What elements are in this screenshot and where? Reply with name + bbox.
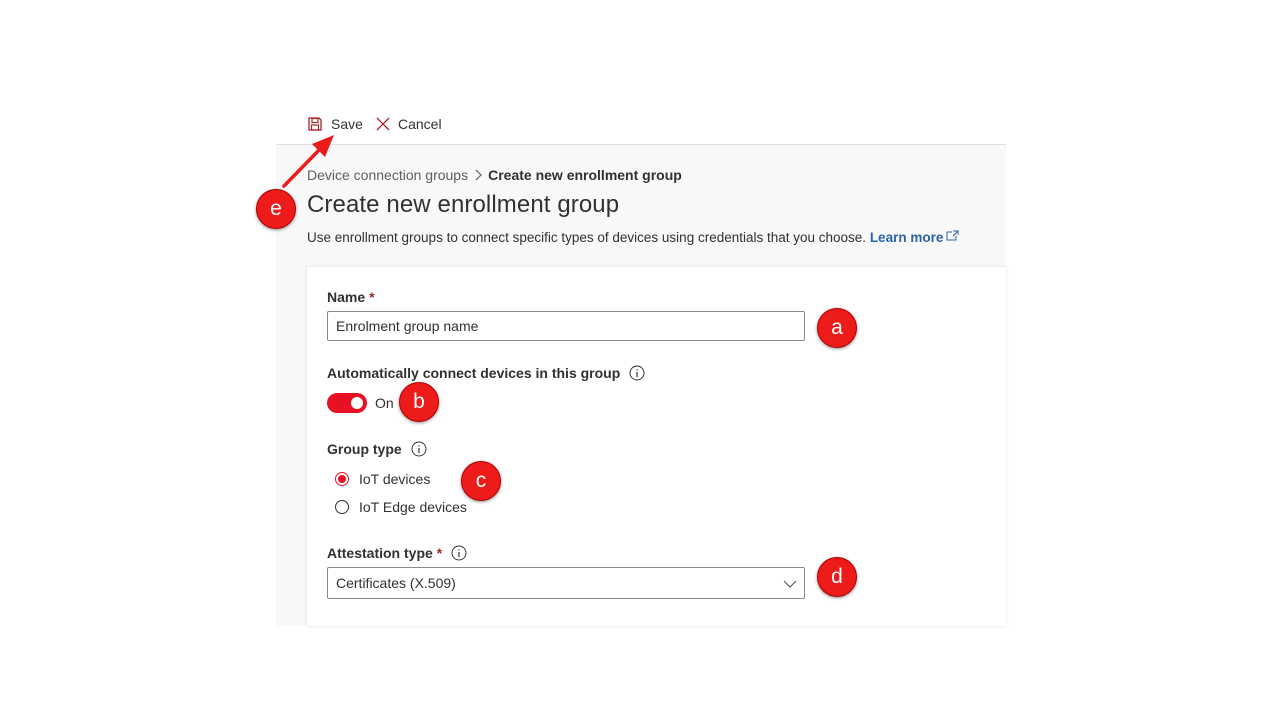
annotation-badge-c: c (461, 461, 501, 501)
annotation-arrow (282, 135, 334, 188)
annotation-badge-b: b (399, 382, 439, 422)
annotation-badge-e: e (256, 189, 296, 229)
annotation-badge-d: d (817, 557, 857, 597)
annotation-badge-a: a (817, 308, 857, 348)
